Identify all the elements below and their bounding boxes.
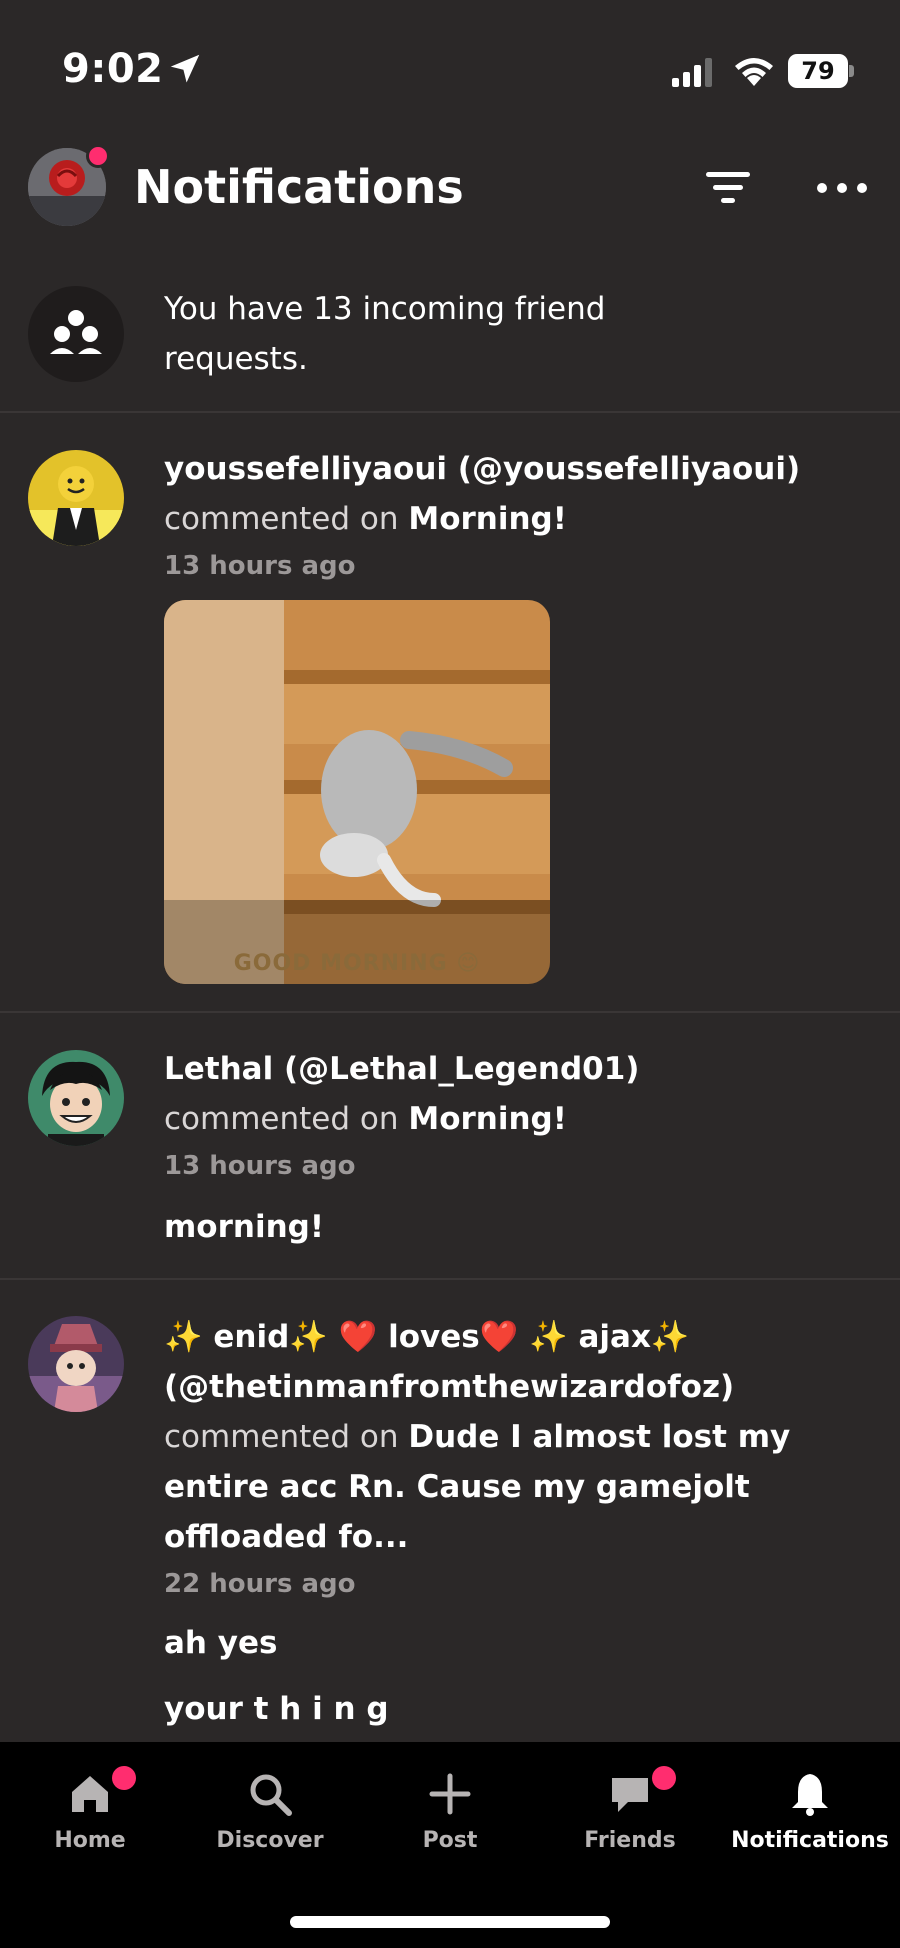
- notification-action: commented on: [164, 501, 399, 537]
- page-title: Notifications: [134, 160, 464, 214]
- tab-friends[interactable]: Friends: [540, 1742, 720, 1872]
- notification-user[interactable]: ✨ enid✨ ❤️ loves❤️ ✨ ajax✨: [164, 1312, 860, 1362]
- friends-notification-dot: [652, 1766, 676, 1790]
- avatar[interactable]: [28, 1316, 124, 1412]
- notification-time: 13 hours ago: [164, 551, 356, 581]
- notification-user[interactable]: Lethal (@Lethal_Legend01): [164, 1044, 860, 1094]
- more-options-icon[interactable]: [812, 168, 872, 208]
- status-bar: 9:02 79: [0, 0, 900, 140]
- bell-icon: [792, 1774, 828, 1816]
- notification-text: Lethal (@Lethal_Legend01) commented on M…: [164, 1044, 860, 1252]
- tab-label: Friends: [584, 1828, 676, 1853]
- tab-label: Post: [422, 1828, 478, 1853]
- filter-icon[interactable]: [700, 166, 756, 210]
- tab-label: Notifications: [731, 1828, 889, 1853]
- comment-text-2: your t h i n g: [164, 1691, 389, 1727]
- cat-gif-image-icon: [164, 600, 550, 984]
- avatar-image-icon: [28, 450, 124, 546]
- wifi-icon: [735, 58, 773, 86]
- avatar-notification-dot: [86, 144, 110, 168]
- home-icon: [72, 1776, 108, 1812]
- notification-user[interactable]: youssefelliyaoui (@youssefelliyaoui): [164, 444, 860, 494]
- home-notification-dot: [112, 1766, 136, 1790]
- tab-notifications[interactable]: Notifications: [720, 1742, 900, 1872]
- comment-text: ah yes: [164, 1625, 278, 1661]
- notification-action: commented on: [164, 1101, 399, 1137]
- notification-time: 22 hours ago: [164, 1569, 356, 1599]
- friend-requests-text: You have 13 incoming friend requests.: [164, 291, 606, 377]
- tab-label: Discover: [216, 1828, 324, 1853]
- tab-post[interactable]: Post: [360, 1742, 540, 1872]
- cellular-signal-icon: [672, 58, 712, 87]
- notification-target[interactable]: Morning!: [408, 1101, 567, 1137]
- friends-group-icon: [50, 310, 102, 354]
- status-time: 9:02: [62, 46, 164, 92]
- tab-discover[interactable]: Discover: [180, 1742, 360, 1872]
- notification-handle[interactable]: (@thetinmanfromthewizardofoz): [164, 1362, 860, 1412]
- comment-gif[interactable]: GOOD MORNING 😊: [164, 600, 550, 984]
- notification-action: commented on: [164, 1419, 399, 1455]
- battery-cap: [849, 65, 854, 77]
- tab-home[interactable]: Home: [0, 1742, 180, 1872]
- notification-time: 13 hours ago: [164, 1151, 356, 1181]
- notification-text: ✨ enid✨ ❤️ loves❤️ ✨ ajax✨ (@thetinmanfr…: [164, 1312, 860, 1734]
- home-indicator[interactable]: [290, 1916, 610, 1928]
- avatar[interactable]: [28, 450, 124, 546]
- notification-text: youssefelliyaoui (@youssefelliyaoui) com…: [164, 444, 860, 588]
- avatar-image-icon: [28, 1316, 124, 1412]
- notifications-screen: 9:02 79 Notifications You have 13 incomi…: [0, 0, 900, 1948]
- tab-label: Home: [54, 1828, 126, 1853]
- gif-caption: GOOD MORNING 😊: [233, 951, 481, 976]
- avatar[interactable]: [28, 1050, 124, 1146]
- battery-level: 79: [801, 57, 835, 85]
- comment-text: morning!: [164, 1209, 324, 1245]
- search-icon: [250, 1774, 292, 1816]
- friend-requests-icon-wrap: [28, 286, 124, 382]
- location-arrow-icon: [170, 54, 200, 83]
- battery-indicator: 79: [788, 54, 854, 88]
- notification-target[interactable]: Morning!: [408, 501, 567, 537]
- chat-bubble-icon: [612, 1778, 648, 1812]
- header: Notifications: [0, 140, 900, 270]
- avatar-image-icon: [28, 1050, 124, 1146]
- plus-icon: [429, 1773, 471, 1815]
